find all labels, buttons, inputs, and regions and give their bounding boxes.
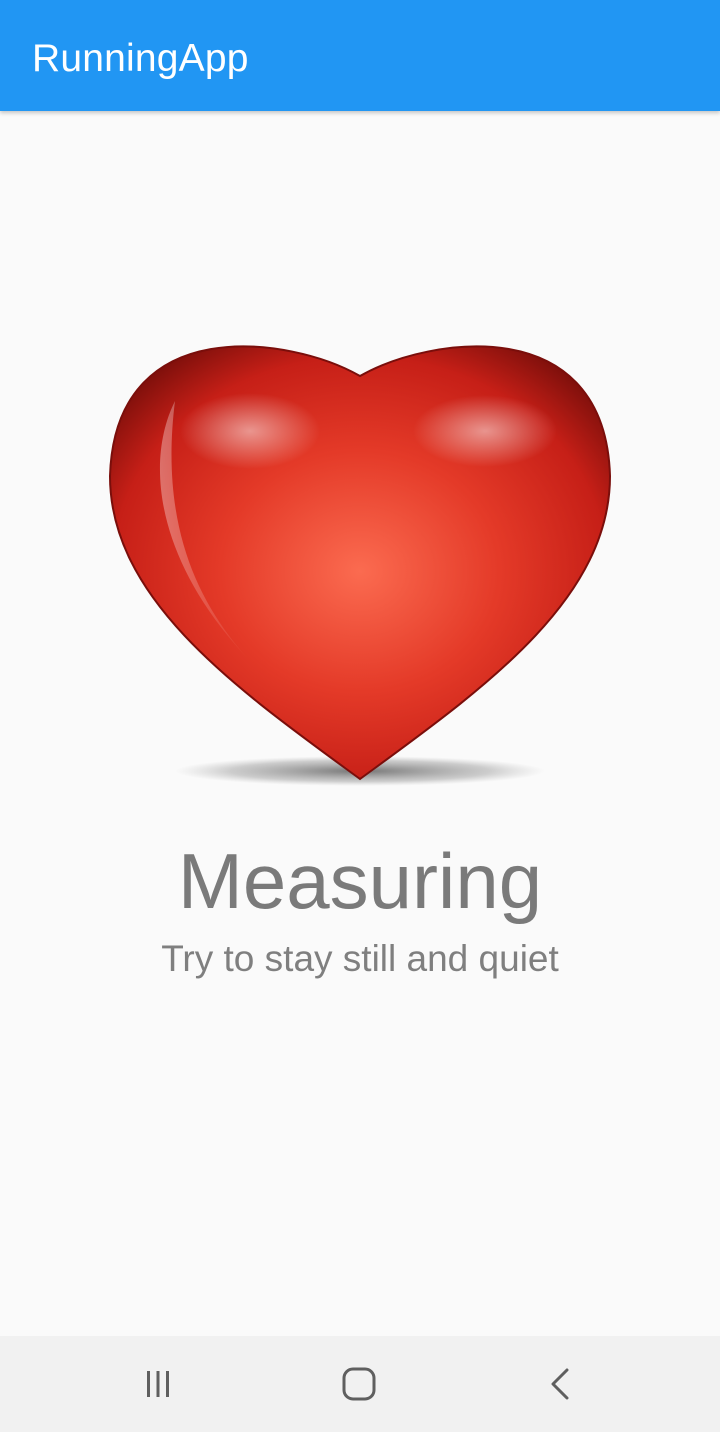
app-title: RunningApp <box>32 37 249 80</box>
home-icon <box>342 1367 376 1401</box>
recents-icon <box>147 1371 169 1397</box>
system-navigation-bar <box>0 1336 720 1432</box>
back-icon <box>551 1368 569 1400</box>
measuring-title: Measuring <box>177 837 543 925</box>
measuring-screen: Measuring Try to stay still and quiet <box>0 111 720 1336</box>
measuring-instructions: Try to stay still and quiet <box>161 938 559 979</box>
home-button[interactable] <box>329 1354 389 1414</box>
back-button[interactable] <box>531 1354 591 1414</box>
heart-icon <box>100 331 620 811</box>
app-bar: RunningApp <box>0 0 720 111</box>
recents-button[interactable] <box>128 1354 188 1414</box>
